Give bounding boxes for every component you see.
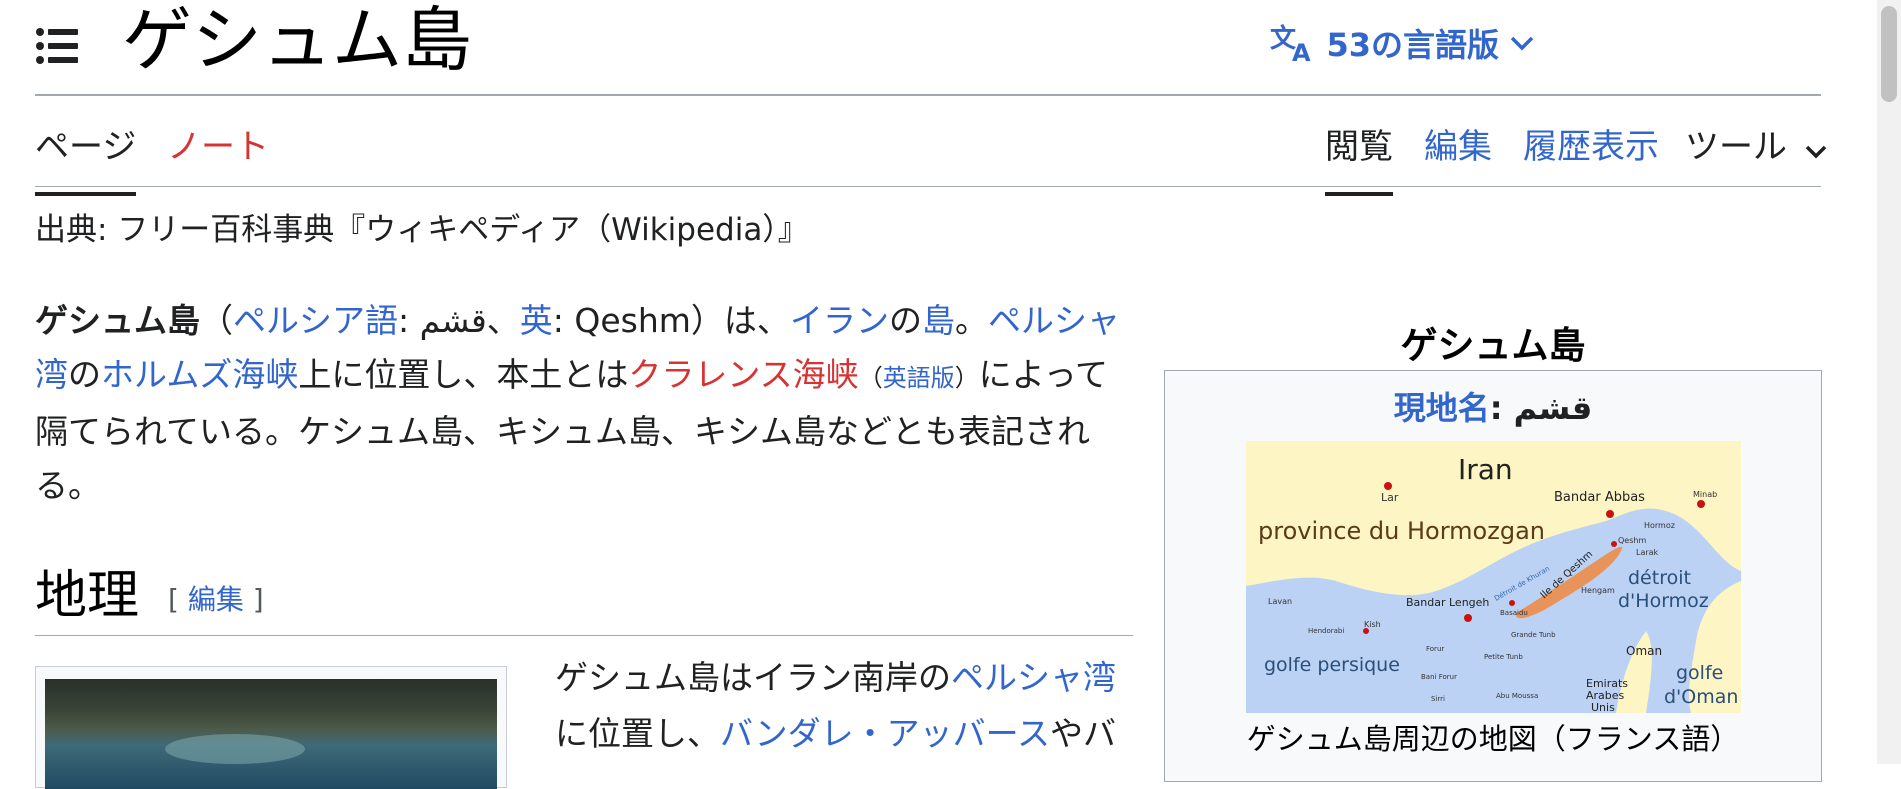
- lead-subject: ゲシュム島: [35, 301, 200, 340]
- map-label-abu-moussa: Abu Moussa: [1496, 692, 1538, 700]
- map-label-iran: Iran: [1458, 453, 1513, 486]
- island-link[interactable]: 島: [922, 301, 955, 340]
- svg-text:A: A: [1292, 39, 1311, 63]
- translate-icon: 文 A: [1270, 23, 1316, 63]
- map-label-bandar-lengeh: Bandar Lengeh: [1406, 596, 1489, 609]
- map-label-qeshm: Qeshm: [1618, 536, 1646, 545]
- chevron-down-icon: [1509, 33, 1535, 53]
- infobox: 現地名: قشم Iran province du Hormozgan Lar …: [1164, 370, 1822, 782]
- map-label-golfe-persique: golfe persique: [1264, 654, 1400, 676]
- satellite-image[interactable]: [45, 679, 497, 789]
- map-label-bandar-abbas: Bandar Abbas: [1554, 490, 1645, 505]
- map-label-hormoz-island: Hormoz: [1644, 521, 1675, 530]
- language-count-label: 53の言語版: [1326, 26, 1499, 64]
- language-selector-button[interactable]: 文 A 53の言語版: [1270, 18, 1535, 68]
- text: ）: [954, 364, 979, 392]
- text: : قشم、: [398, 301, 520, 340]
- hamburger-menu-icon[interactable]: [36, 28, 80, 64]
- section-divider: [35, 635, 1133, 636]
- map-label-bani-forur: Bani Forur: [1421, 673, 1457, 681]
- source-line: 出典: フリー百科事典『ウィキペディア（Wikipedia）』: [35, 212, 809, 248]
- page-scrollbar[interactable]: [1877, 0, 1901, 764]
- chevron-down-icon: [1804, 124, 1828, 174]
- map-label-kish: Kish: [1364, 620, 1381, 629]
- map-label-hengam: Hengam: [1581, 586, 1615, 595]
- text: : Qeshm）は、: [552, 301, 790, 340]
- text: に位置し、: [555, 714, 720, 753]
- tab-read[interactable]: 閲覧: [1325, 122, 1393, 196]
- text: 上に位置し、本土とは: [298, 355, 629, 394]
- tools-label: ツール: [1685, 127, 1787, 167]
- section-geography: 地理 [ 編集 ]: [35, 562, 1133, 634]
- map-label-petite-tunb: Petite Tunb: [1484, 653, 1523, 661]
- map-label-detroit: détroit: [1628, 567, 1691, 589]
- tab-history[interactable]: 履歴表示: [1523, 122, 1659, 172]
- text: :: [1489, 389, 1514, 427]
- local-name-row: 現地名: قشم: [1165, 385, 1821, 431]
- text: （: [200, 301, 233, 340]
- persian-gulf-link[interactable]: ペルシャ湾: [951, 658, 1116, 697]
- text: （: [858, 364, 883, 392]
- map-label-unis: Unis: [1591, 701, 1615, 713]
- satellite-image-thumbnail[interactable]: [35, 666, 507, 789]
- english-link[interactable]: 英: [520, 301, 553, 340]
- tab-edit[interactable]: 編集: [1424, 122, 1492, 172]
- infobox-title: ゲシュム島: [1400, 324, 1586, 367]
- map-label-sirri: Sirri: [1431, 695, 1445, 703]
- map-label-forur: Forur: [1426, 645, 1444, 653]
- english-version-link[interactable]: 英語版: [883, 364, 955, 392]
- tab-talk[interactable]: ノート: [167, 122, 269, 172]
- qeshm-map[interactable]: Iran province du Hormozgan Lar Bandar Ab…: [1246, 441, 1741, 713]
- map-label-minab: Minab: [1693, 490, 1717, 499]
- text: の: [68, 355, 101, 394]
- bracket: [: [168, 583, 188, 616]
- map-label-basaidu: Basaidu: [1500, 609, 1528, 617]
- map-caption: ゲシュム島周辺の地図（フランス語）: [1246, 722, 1740, 756]
- bracket: ]: [243, 583, 264, 616]
- hormuz-strait-link[interactable]: ホルムズ海峡: [101, 355, 298, 394]
- local-name-link[interactable]: 現地名: [1394, 389, 1490, 427]
- bandar-abbas-link[interactable]: バンダレ・アッバース: [720, 714, 1050, 753]
- page-title: ゲシュム島: [122, 0, 472, 81]
- map-label-hendorabi: Hendorabi: [1308, 627, 1344, 635]
- text: ゲシュム島はイラン南岸の: [555, 658, 951, 697]
- lead-paragraph: ゲシュム島（ペルシア語: قشم、英: Qeshm）は、イランの島。ペルシャ湾の…: [35, 294, 1135, 513]
- map-label-province: province du Hormozgan: [1258, 517, 1545, 545]
- map-label-lavan: Lavan: [1268, 597, 1292, 606]
- tools-menu[interactable]: ツール: [1685, 122, 1828, 174]
- map-label-doman: d'Oman: [1664, 686, 1738, 708]
- section-edit: [ 編集 ]: [168, 580, 264, 620]
- section-edit-link[interactable]: 編集: [188, 583, 244, 616]
- section-title: 地理: [35, 566, 140, 626]
- map-label-hormoz: d'Hormoz: [1618, 590, 1709, 612]
- map-label-oman: Oman: [1626, 644, 1662, 658]
- local-name-value: قشم: [1513, 389, 1593, 427]
- iran-link[interactable]: イラン: [790, 301, 889, 340]
- scrollbar-thumb[interactable]: [1881, 6, 1897, 102]
- map-label-grande-tunb: Grande Tunb: [1511, 631, 1556, 639]
- geography-paragraph: ゲシュム島はイラン南岸のペルシャ湾に位置し、バンダレ・アッバースやバ: [555, 650, 1135, 762]
- tabs-divider: [35, 186, 1821, 187]
- page-tabs: ページ ノート 閲覧 編集 履歴表示 ツール: [35, 114, 1827, 196]
- text: 。: [954, 301, 988, 340]
- persian-link[interactable]: ペルシア語: [233, 301, 398, 340]
- map-label-lar: Lar: [1381, 491, 1399, 504]
- tab-page[interactable]: ページ: [35, 122, 137, 196]
- title-divider: [35, 94, 1821, 96]
- text: やバ: [1050, 714, 1116, 753]
- map-label-golfe: golfe: [1676, 662, 1723, 684]
- text: の: [888, 301, 922, 340]
- clarence-strait-link[interactable]: クラレンス海峡: [628, 355, 858, 394]
- map-label-larak: Larak: [1636, 548, 1659, 557]
